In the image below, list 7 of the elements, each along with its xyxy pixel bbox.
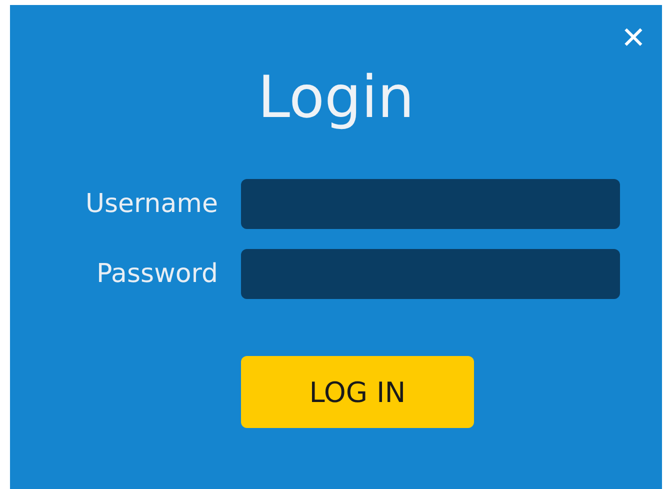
login-button[interactable]: LOG IN bbox=[241, 356, 474, 428]
field-label: Username bbox=[84, 189, 218, 219]
dialog-title: Login bbox=[258, 62, 414, 133]
input-field[interactable] bbox=[241, 249, 620, 299]
close-button[interactable]: ✕ bbox=[616, 21, 650, 57]
field-label: Password bbox=[96, 259, 218, 289]
input-field[interactable] bbox=[241, 179, 620, 229]
